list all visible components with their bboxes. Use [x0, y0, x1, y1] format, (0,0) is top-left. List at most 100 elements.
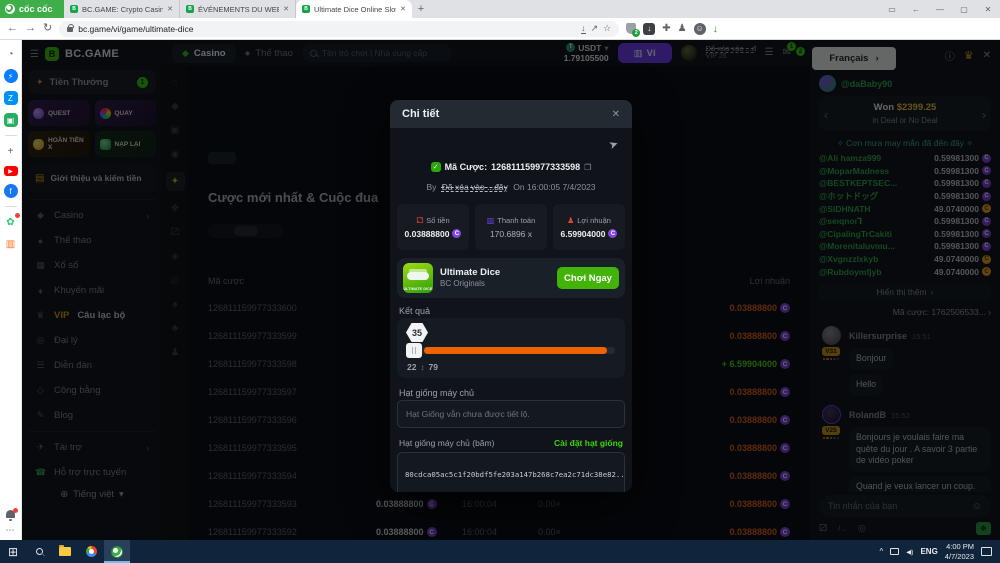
panel-icon[interactable]: ▭ — [880, 5, 904, 14]
input-language[interactable]: ENG — [920, 547, 937, 556]
speaker-icon[interactable]: ◀) — [906, 548, 913, 556]
bet-meta: By Đã xóa vào ...đây On 16:00:05 7/4/202… — [390, 182, 632, 192]
tray-expand-icon[interactable]: ^ — [880, 547, 884, 556]
add-icon[interactable]: + — [4, 144, 18, 158]
zalo-icon[interactable]: Z — [4, 91, 18, 105]
coccoc-download-icon[interactable]: ↓ — [713, 23, 719, 35]
adblock-shield-icon[interactable]: 2 — [626, 23, 636, 34]
modal-close-icon[interactable]: ✕ — [612, 109, 620, 120]
seed-hash-label: Hạt giống máy chủ (băm) — [399, 438, 494, 448]
window-controls: ▭ ← — ▢ ✕ — [880, 0, 1000, 18]
sidebar-more-icon[interactable]: ⋯ — [6, 525, 16, 536]
bet-player[interactable]: Đã xóa vào ...đây — [442, 182, 508, 192]
profile-icon[interactable]: ♟ — [678, 24, 687, 34]
extensions-puzzle-icon[interactable]: ✚ — [662, 24, 670, 34]
windows-taskbar: ⊞ ^ ◀) ENG 4:00 PM 4/7/2023 — [0, 540, 1000, 563]
result-handle[interactable] — [406, 343, 422, 358]
forward-icon[interactable]: → — [25, 23, 36, 34]
browser-navbar: ← → ↻ bc.game/vi/game/ultimate-dice ↓ ↗ … — [0, 18, 1000, 40]
reload-icon[interactable]: ↻ — [43, 23, 52, 34]
play-now-button[interactable]: Chơi Ngay — [557, 267, 619, 289]
stat-value: 6.59904000 — [561, 229, 606, 239]
minimize-button[interactable]: — — [928, 5, 952, 14]
tab-close-icon[interactable]: ✕ — [283, 5, 289, 13]
downloads-icon[interactable]: ↓ — [643, 23, 655, 35]
back-panel-icon[interactable]: ← — [904, 5, 928, 14]
stat-label: Số tiền — [426, 216, 449, 225]
browser-bell-icon[interactable] — [4, 507, 18, 521]
tab-title: Ultimate Dice Online Slot - F — [314, 5, 396, 14]
browser-tab[interactable]: B ÉVÉNEMENTS DU WEEK-EN ✕ — [180, 0, 296, 18]
modal-title: Chi tiết — [402, 108, 439, 120]
sidebar-divider — [5, 135, 17, 136]
tab-favicon-icon: B — [302, 5, 310, 13]
start-button[interactable]: ⊞ — [0, 540, 26, 563]
game-provider: BC Originals — [440, 279, 500, 289]
server-seed-field[interactable]: Hạt Giống vẫn chưa được tiết lộ. — [397, 400, 625, 428]
browser-tabs: B BC.GAME: Crypto Casino Ga ✕ B ÉVÉNEMEN… — [64, 0, 412, 18]
tab-close-icon[interactable]: ✕ — [167, 5, 173, 13]
browser-tab[interactable]: B Ultimate Dice Online Slot - F ✕ — [296, 0, 412, 18]
action-center-icon[interactable] — [981, 547, 992, 556]
cart-icon[interactable]: ▥ — [4, 237, 18, 251]
close-button[interactable]: ✕ — [976, 5, 1000, 14]
game-card: ULTIMATE DICE Ultimate Dice BC Originals… — [397, 258, 625, 298]
range-high: 79 — [428, 362, 437, 372]
facebook-icon[interactable]: f — [4, 184, 18, 198]
stat-label: Lợi nhuận — [577, 216, 611, 225]
on-label: On — [513, 182, 524, 192]
browser-avatar-icon[interactable]: ☺ — [694, 23, 706, 35]
taskbar-date: 4/7/2023 — [945, 552, 974, 561]
coccoc-brand: cốc cốc — [0, 0, 64, 18]
seed-settings-link[interactable]: Cài đặt hạt giống — [554, 438, 623, 448]
bet-stats: ⚁Số tiền 0.03888800C ▥Thanh toán 170.689… — [397, 204, 625, 250]
coccoc-logo-icon — [5, 4, 15, 14]
games-icon[interactable]: ▣ — [4, 113, 18, 127]
copy-icon[interactable]: ❐ — [584, 163, 591, 172]
result-fill — [424, 347, 607, 354]
taskbar-time: 4:00 PM — [945, 542, 974, 551]
chrome-icon[interactable] — [78, 540, 104, 563]
bet-id-label: Mã Cược: — [445, 162, 487, 172]
url-bar[interactable]: bc.game/vi/game/ultimate-dice ↓ ↗ ☆ — [59, 21, 619, 37]
coin-icon: C — [608, 229, 617, 238]
stat-icon: ♟ — [567, 216, 574, 225]
tab-title: ÉVÉNEMENTS DU WEEK-EN — [198, 5, 279, 14]
stat-label: Thanh toán — [497, 216, 535, 225]
save-page-icon[interactable]: ↓ — [581, 23, 586, 34]
back-icon[interactable]: ← — [7, 23, 18, 34]
web-viewport: ☰ B BC.GAME ✦ Tiền Thưởng 1 QUESTQUAYHOÀ… — [22, 40, 1000, 540]
browser-tabbar: cốc cốc B BC.GAME: Crypto Casino Ga ✕ B … — [0, 0, 1000, 18]
seed-hash-value[interactable]: 80cdca05ac5c1f20bdf5fe203a147b268c7ea2c7… — [397, 452, 625, 492]
bet-stat-box: ⚁Số tiền 0.03888800C — [397, 204, 469, 250]
bet-stat-box: ▥Thanh toán 170.6896 x — [475, 204, 547, 250]
share-icon[interactable]: ↗ — [591, 23, 599, 34]
verified-shield-icon: ✓ — [431, 162, 441, 172]
tab-favicon-icon: B — [70, 5, 78, 13]
ultimate-dice-icon: ULTIMATE DICE — [403, 263, 433, 293]
result-track — [408, 347, 615, 354]
maximize-button[interactable]: ▢ — [952, 5, 976, 14]
bet-stat-box: ♟Lợi nhuận 6.59904000C — [553, 204, 625, 250]
taskbar-search-icon[interactable] — [26, 540, 52, 563]
lock-icon — [67, 27, 73, 32]
tab-title: BC.GAME: Crypto Casino Ga — [82, 5, 163, 14]
url-text[interactable]: bc.game/vi/game/ultimate-dice — [78, 24, 193, 34]
messenger-icon[interactable]: ⚡ — [4, 69, 18, 83]
coccoc-store-icon[interactable]: ✿ — [4, 215, 18, 229]
coccoc-taskbar-icon[interactable] — [104, 540, 130, 563]
youtube-icon[interactable]: ▶ — [4, 166, 18, 176]
file-explorer-icon[interactable] — [52, 540, 78, 563]
network-icon[interactable] — [890, 548, 899, 555]
share-bet-icon[interactable]: ➤ — [607, 137, 620, 152]
tab-close-icon[interactable]: ✕ — [400, 5, 406, 13]
tab-favicon-icon: B — [186, 5, 194, 13]
range-low: 22 — [407, 362, 416, 372]
server-seed-label: Hạt giống máy chủ — [399, 388, 474, 398]
modal-header: Chi tiết ✕ — [390, 100, 632, 128]
new-tab-button[interactable]: + — [412, 0, 430, 18]
browser-tab[interactable]: B BC.GAME: Crypto Casino Ga ✕ — [64, 0, 180, 18]
bookmark-star-icon[interactable]: ☆ — [603, 23, 611, 34]
taskbar-clock[interactable]: 4:00 PM 4/7/2023 — [945, 542, 974, 561]
history-icon[interactable]: ◔ — [4, 47, 18, 61]
